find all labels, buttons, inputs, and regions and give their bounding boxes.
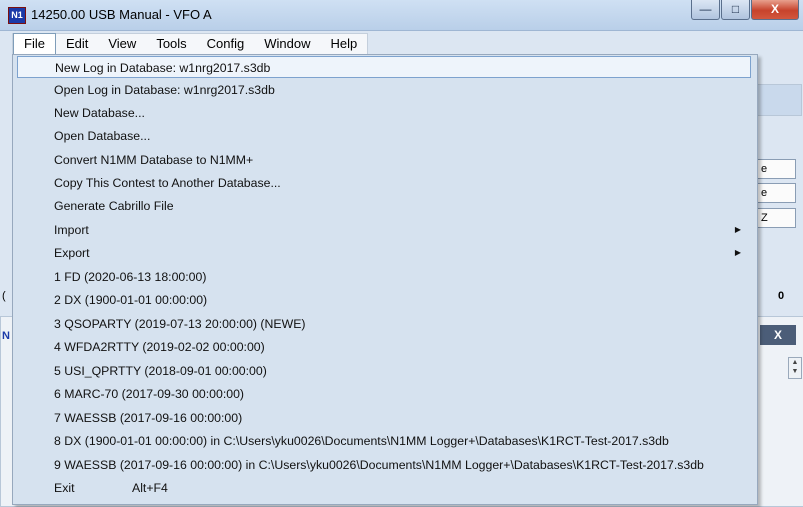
n1mm-app-icon: N1 [8,7,26,24]
title-bar[interactable]: N1 14250.00 USB Manual - VFO A — □ X [0,0,803,31]
menu-item-exit[interactable]: Exit Alt+F4 [17,477,751,499]
background-button-1[interactable]: e [756,159,796,179]
menu-item-export[interactable]: Export ▶ [17,242,751,264]
window-controls: — □ X [690,0,799,22]
menu-item-recent-5[interactable]: 5 USI_QPRTTY (2018-09-01 00:00:00) [17,360,751,382]
right-panel [756,84,802,116]
scrollbar-arrows[interactable]: ▲ ▼ [788,357,802,379]
menu-item-label: Open Log in Database: w1nrg2017.s3db [54,83,275,97]
menu-item-open-log[interactable]: Open Log in Database: w1nrg2017.s3db [17,79,751,101]
menu-view[interactable]: View [98,34,146,56]
menu-item-recent-3[interactable]: 3 QSOPARTY (2019-07-13 20:00:00) (NEWE) [17,313,751,335]
menu-item-label: Open Database... [54,129,151,143]
menu-item-label: Convert N1MM Database to N1MM+ [54,153,254,167]
menu-item-convert-database[interactable]: Convert N1MM Database to N1MM+ [17,149,751,171]
menu-tools[interactable]: Tools [146,34,196,56]
background-button-2[interactable]: e [756,183,796,203]
menu-edit[interactable]: Edit [56,34,98,56]
menu-item-label: 8 DX (1900-01-01 00:00:00) in C:\Users\y… [54,434,669,448]
sub-window-close-button[interactable]: X [760,325,796,345]
counter-label: 0 [778,290,785,302]
scroll-down-icon[interactable]: ▼ [789,367,801,376]
maximize-button[interactable]: □ [721,0,750,20]
menu-item-open-database[interactable]: Open Database... [17,125,751,147]
submenu-arrow-icon: ▶ [734,225,741,234]
submenu-arrow-icon: ▶ [734,248,741,257]
lower-left-fragment: N [2,330,10,342]
menu-item-recent-1[interactable]: 1 FD (2020-06-13 18:00:00) [17,266,751,288]
menu-item-label: New Database... [54,106,145,120]
menu-item-label: 1 FD (2020-06-13 18:00:00) [54,270,207,284]
menu-item-import[interactable]: Import ▶ [17,219,751,241]
menu-item-recent-8[interactable]: 8 DX (1900-01-01 00:00:00) in C:\Users\y… [17,430,751,452]
menu-item-copy-contest[interactable]: Copy This Contest to Another Database... [17,172,751,194]
menu-item-label: 5 USI_QPRTTY (2018-09-01 00:00:00) [54,364,267,378]
menu-item-label: 2 DX (1900-01-01 00:00:00) [54,293,208,307]
close-button[interactable]: X [751,0,799,20]
menu-item-label: New Log in Database: w1nrg2017.s3db [55,61,271,75]
scroll-up-icon[interactable]: ▲ [789,358,801,367]
menu-item-recent-4[interactable]: 4 WFDA2RTTY (2019-02-02 00:00:00) [17,336,751,358]
menu-item-label: 4 WFDA2RTTY (2019-02-02 00:00:00) [54,340,265,354]
menu-help[interactable]: Help [321,34,368,56]
menu-item-label: 6 MARC-70 (2017-09-30 00:00:00) [54,387,245,401]
minimize-button[interactable]: — [691,0,720,20]
background-button-3[interactable]: Z [756,208,796,228]
menu-window[interactable]: Window [254,34,320,56]
menu-item-recent-9[interactable]: 9 WAESSB (2017-09-16 00:00:00) in C:\Use… [17,454,751,476]
menu-item-new-log[interactable]: New Log in Database: w1nrg2017.s3db [17,56,751,78]
left-edge-fragment: ( [2,290,6,302]
menu-item-label: Exit [54,481,75,495]
menu-item-new-database[interactable]: New Database... [17,102,751,124]
menu-item-generate-cabrillo[interactable]: Generate Cabrillo File [17,195,751,217]
menu-item-shortcut: Alt+F4 [132,481,168,495]
menu-item-label: Copy This Contest to Another Database... [54,176,281,190]
menu-config[interactable]: Config [197,34,255,56]
menu-item-label: 3 QSOPARTY (2019-07-13 20:00:00) (NEWE) [54,317,306,331]
menu-item-recent-7[interactable]: 7 WAESSB (2017-09-16 00:00:00) [17,407,751,429]
menu-item-label: Generate Cabrillo File [54,199,174,213]
window-title: 14250.00 USB Manual - VFO A [31,7,212,22]
main-window: N1 14250.00 USB Manual - VFO A — □ X e e… [0,0,803,507]
menu-item-recent-6[interactable]: 6 MARC-70 (2017-09-30 00:00:00) [17,383,751,405]
menu-item-label: 9 WAESSB (2017-09-16 00:00:00) in C:\Use… [54,458,704,472]
menu-item-recent-2[interactable]: 2 DX (1900-01-01 00:00:00) [17,289,751,311]
menu-item-label: Export [54,246,90,260]
menu-item-label: 7 WAESSB (2017-09-16 00:00:00) [54,411,243,425]
menu-item-label: Import [54,223,89,237]
file-menu-dropdown: New Log in Database: w1nrg2017.s3db Open… [12,54,758,505]
